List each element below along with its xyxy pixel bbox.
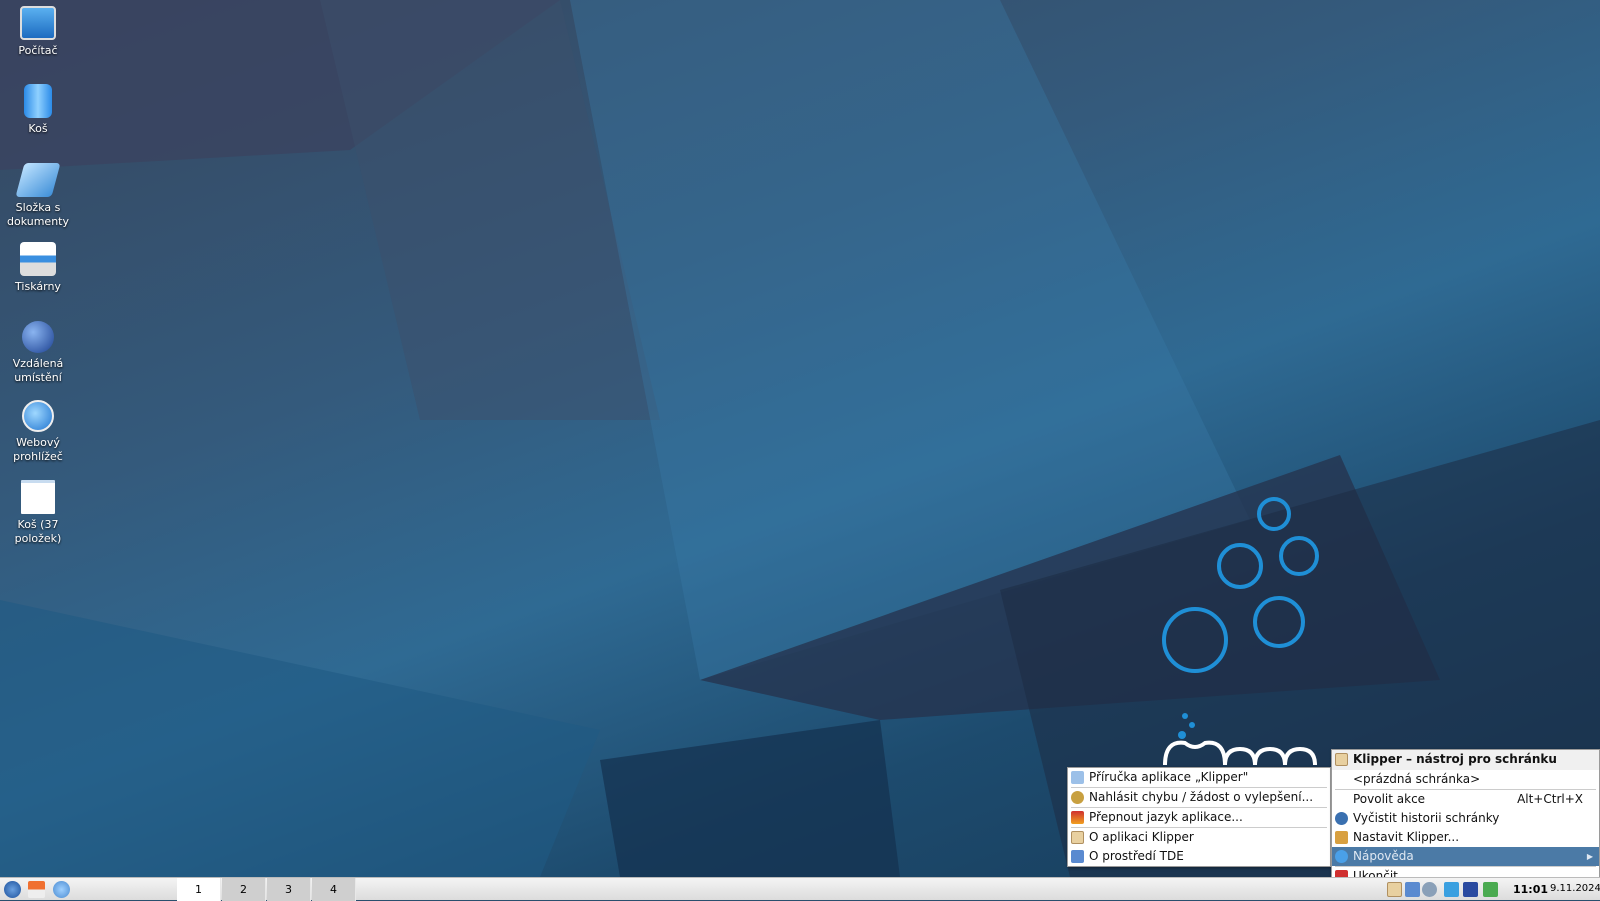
menu-label: O aplikaci Klipper — [1089, 830, 1194, 844]
icon-label: Webový prohlížeč — [13, 436, 63, 463]
clock-time[interactable]: 11:01 — [1513, 883, 1548, 896]
menu-item-switch-language[interactable]: Přepnout jazyk aplikace... — [1068, 808, 1330, 827]
icon-label: Koš (37 položek) — [14, 518, 62, 545]
pager-desktop-2[interactable]: 2 — [222, 878, 266, 901]
menu-title-label: Klipper – nástroj pro schránku — [1353, 752, 1557, 766]
klipper-icon — [1071, 831, 1084, 844]
language-flag-icon — [1071, 811, 1084, 824]
network-globe-icon — [22, 321, 54, 353]
book-icon — [1071, 771, 1084, 784]
update-tray-icon[interactable] — [1483, 882, 1498, 897]
menu-item-report-bug[interactable]: Nahlásit chybu / žádost o vylepšení... — [1068, 788, 1330, 807]
menu-label: Vyčistit historii schránky — [1353, 811, 1500, 825]
menu-label: O prostředí TDE — [1089, 849, 1184, 863]
desktop[interactable]: Počítač Koš Složka s dokumenty Tiskárny … — [0, 0, 1600, 877]
computer-icon — [20, 6, 56, 40]
menu-item-about-tde[interactable]: O prostředí TDE — [1068, 847, 1330, 866]
wrench-icon — [1335, 831, 1348, 844]
menu-label: Povolit akce — [1353, 792, 1426, 806]
clock-date[interactable]: 9.11.2024 — [1550, 883, 1600, 894]
documents-folder-icon — [15, 163, 61, 197]
klipper-tray-icon[interactable] — [1387, 882, 1402, 897]
desktop-icon-printers[interactable]: Tiskárny — [0, 242, 76, 294]
clear-history-icon — [1335, 812, 1348, 825]
tde-menu-icon[interactable] — [4, 881, 21, 898]
klipper-menu: Klipper – nástroj pro schránku <prázdná … — [1331, 749, 1600, 887]
pager-desktop-1[interactable]: 1 — [177, 878, 221, 901]
web-browser-icon — [22, 400, 54, 432]
menu-title: Klipper – nástroj pro schránku — [1332, 750, 1599, 770]
desktop-icon-computer[interactable]: Počítač — [0, 6, 76, 58]
taskbar: 1 2 3 4 11:01 9.11.2024 — [0, 877, 1600, 901]
help-submenu: Příručka aplikace „Klipper" Nahlásit chy… — [1067, 767, 1331, 867]
wallpaper — [0, 0, 1600, 877]
volume-icon[interactable] — [1422, 882, 1437, 897]
menu-label: Nápověda — [1353, 849, 1414, 863]
icon-label: Počítač — [18, 44, 58, 57]
network-tray-icon[interactable] — [1444, 882, 1459, 897]
desktop-icon-remote[interactable]: Vzdálená umístění — [0, 321, 76, 385]
menu-item-about-klipper[interactable]: O aplikaci Klipper — [1068, 828, 1330, 847]
menu-item-handbook[interactable]: Příručka aplikace „Klipper" — [1068, 768, 1330, 787]
icon-label: Koš — [28, 122, 48, 135]
pager-desktop-3[interactable]: 3 — [267, 878, 311, 901]
desktop-icon-trash-full[interactable]: Koš (37 položek) — [0, 480, 76, 546]
klipper-icon — [1335, 753, 1348, 766]
pager-desktop-4[interactable]: 4 — [312, 878, 356, 901]
trash-icon — [24, 84, 52, 118]
menu-item-empty-clipboard[interactable]: <prázdná schránka> — [1332, 770, 1599, 789]
menu-label: Nastavit Klipper... — [1353, 830, 1460, 844]
menu-label: Příručka aplikace „Klipper" — [1089, 770, 1249, 784]
desktop-icon-browser[interactable]: Webový prohlížeč — [0, 400, 76, 464]
icon-label: Vzdálená umístění — [12, 357, 64, 384]
display-tray-icon[interactable] — [1463, 882, 1478, 897]
desktop-icon-documents[interactable]: Složka s dokumenty — [0, 163, 76, 229]
menu-item-clear-history[interactable]: Vyčistit historii schránky — [1332, 809, 1599, 828]
web-browser-icon[interactable] — [53, 881, 70, 898]
menu-item-configure[interactable]: Nastavit Klipper... — [1332, 828, 1599, 847]
menu-item-enable-actions[interactable]: Povolit akce Alt+Ctrl+X — [1332, 790, 1599, 809]
icon-label: Tiskárny — [15, 280, 61, 293]
tde-icon — [1071, 850, 1084, 863]
printer-icon — [20, 242, 56, 276]
help-icon — [1335, 850, 1348, 863]
home-icon[interactable] — [28, 881, 45, 898]
bug-icon — [1071, 791, 1084, 804]
shortcut-label: Alt+Ctrl+X — [1517, 792, 1583, 806]
menu-label: <prázdná schránka> — [1353, 772, 1481, 786]
window-list-tray-icon[interactable] — [1405, 882, 1420, 897]
submenu-arrow-icon: ▶ — [1586, 852, 1593, 861]
menu-label: Přepnout jazyk aplikace... — [1089, 810, 1243, 824]
menu-label: Nahlásit chybu / žádost o vylepšení... — [1089, 790, 1314, 804]
icon-label: Složka s dokumenty — [7, 201, 69, 228]
desktop-icon-trash[interactable]: Koš — [0, 84, 76, 136]
trash-full-icon — [21, 480, 55, 514]
menu-item-help[interactable]: Nápověda ▶ — [1332, 847, 1599, 866]
